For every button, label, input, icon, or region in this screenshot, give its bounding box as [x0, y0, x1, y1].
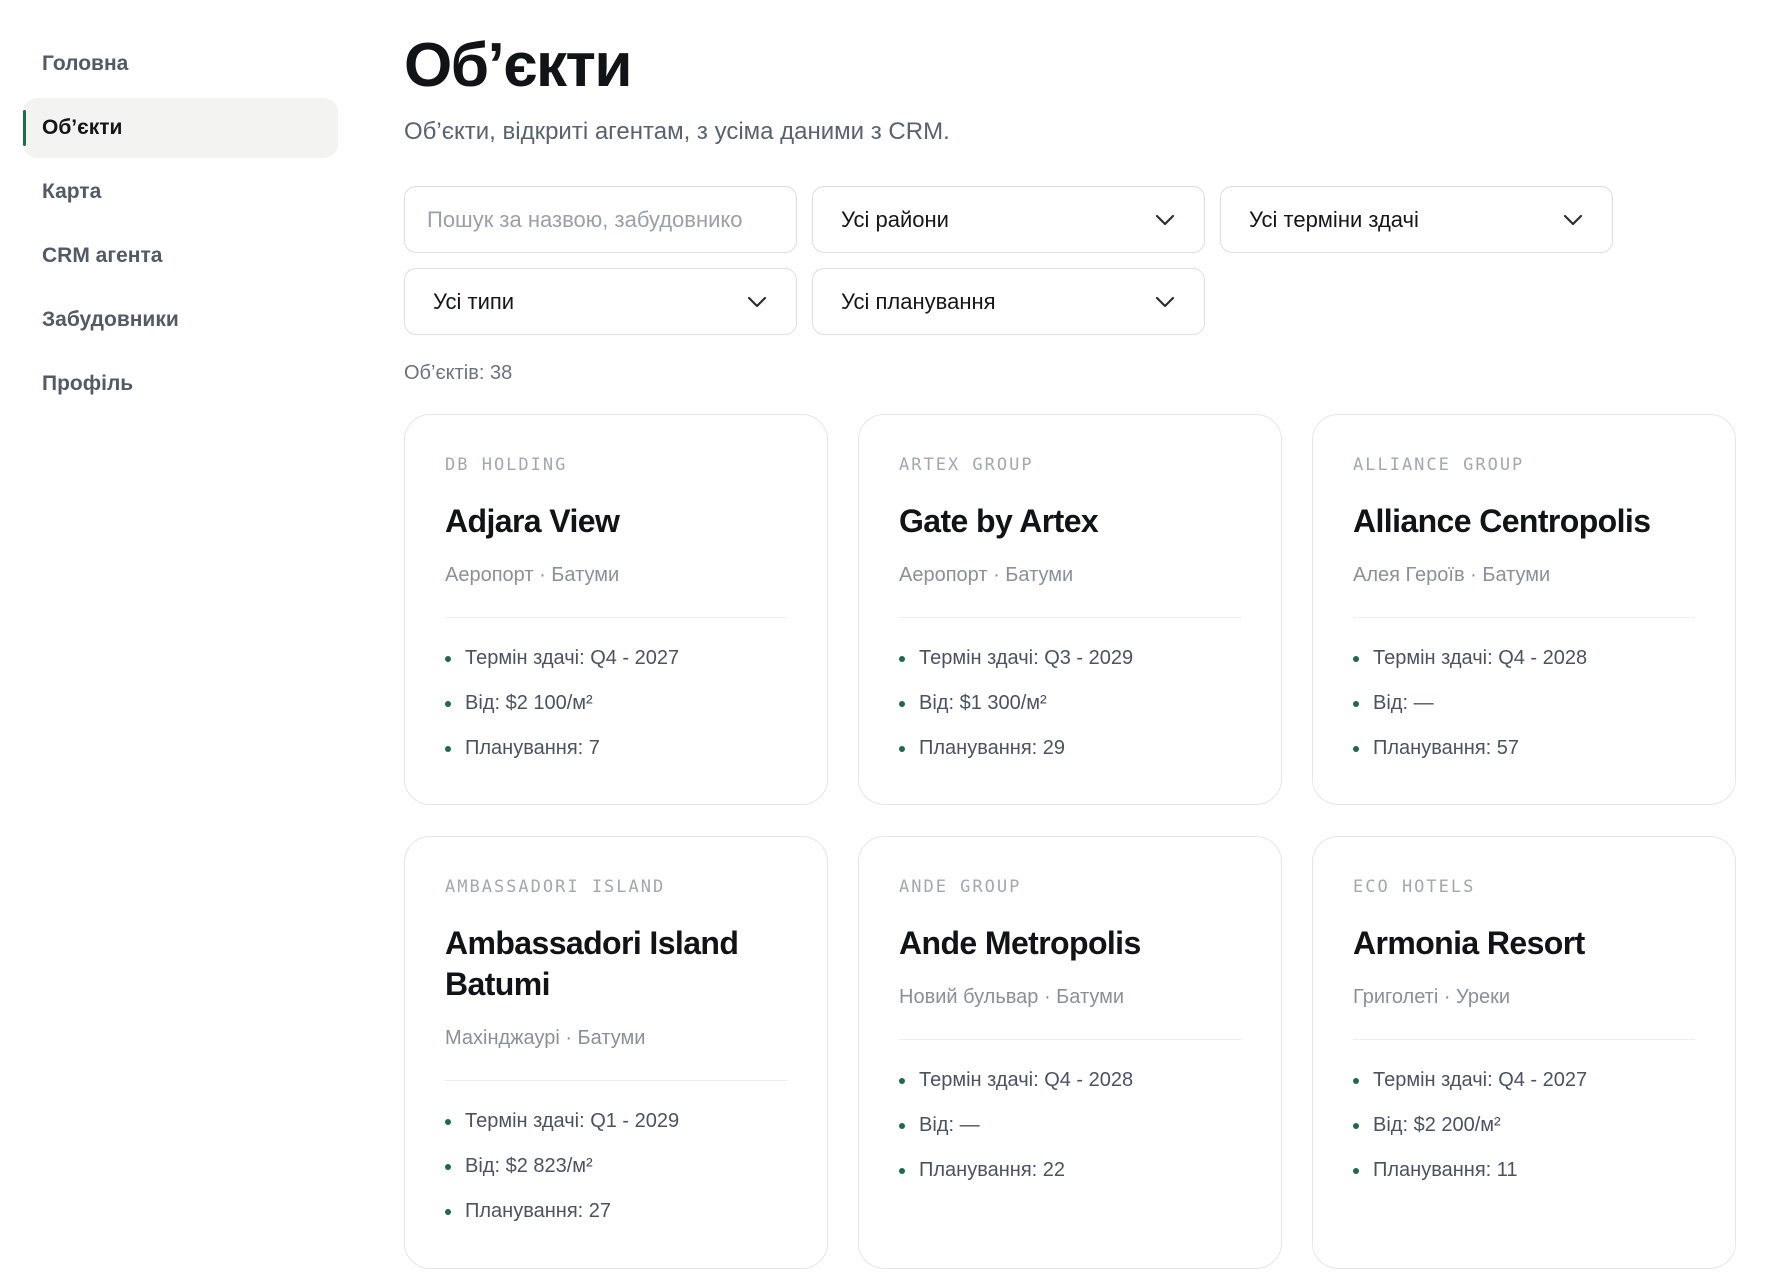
card-price: Від: —	[1353, 681, 1695, 726]
card-location: Новий бульвар · Батуми	[899, 986, 1125, 1008]
card-layouts: Планування: 7	[445, 726, 787, 771]
card-deadline: Термін здачі: Q4 - 2028	[1353, 636, 1695, 681]
card-layouts: Планування: 29	[899, 726, 1241, 771]
card-divider	[899, 617, 1241, 618]
sidebar-item-crm[interactable]: CRM агента	[23, 226, 338, 286]
card-deadline: Термін здачі: Q4 - 2028	[899, 1058, 1241, 1103]
deadline-select[interactable]: Усі терміни здачі	[1220, 186, 1613, 253]
district-select-value: Усі райони	[841, 206, 949, 232]
chevron-down-icon	[1154, 209, 1176, 231]
card-developer: ARTEX GROUP	[899, 455, 1034, 475]
sidebar-item-map[interactable]: Карта	[23, 162, 338, 222]
card-price: Від: $1 300/м²	[899, 681, 1241, 726]
card-title: Ambassadori Island Batumi	[445, 925, 739, 1002]
page-subtitle: Об’єкти, відкриті агентам, з усіма даним…	[404, 118, 950, 145]
card-price: Від: $2 100/м²	[445, 681, 787, 726]
card-price: Від: —	[899, 1103, 1241, 1148]
sidebar: Головна Об’єкти Карта CRM агента Забудов…	[23, 34, 338, 418]
object-card[interactable]: DB HOLDING Adjara View Аеропорт · Батуми…	[404, 414, 828, 805]
card-title: Adjara View	[445, 503, 620, 539]
card-divider	[445, 617, 787, 618]
card-deadline: Термін здачі: Q1 - 2029	[445, 1099, 787, 1144]
card-title: Gate by Artex	[899, 503, 1099, 539]
card-developer: ANDE GROUP	[899, 877, 1022, 897]
card-title: Armonia Resort	[1353, 925, 1585, 961]
object-card[interactable]: ALLIANCE GROUP Alliance Centropolis Алея…	[1312, 414, 1736, 805]
chevron-down-icon	[1154, 291, 1176, 313]
card-title: Alliance Centropolis	[1353, 503, 1651, 539]
card-deadline: Термін здачі: Q3 - 2029	[899, 636, 1241, 681]
object-card[interactable]: ARTEX GROUP Gate by Artex Аеропорт · Бат…	[858, 414, 1282, 805]
card-developer: ALLIANCE GROUP	[1353, 455, 1525, 475]
card-divider	[1353, 617, 1695, 618]
card-layouts: Планування: 57	[1353, 726, 1695, 771]
card-details: Термін здачі: Q4 - 2028 Від: — Плануванн…	[899, 1058, 1241, 1193]
card-layouts: Планування: 22	[899, 1148, 1241, 1193]
district-select[interactable]: Усі райони	[812, 186, 1205, 253]
card-price: Від: $2 823/м²	[445, 1144, 787, 1189]
sidebar-item-home[interactable]: Головна	[23, 34, 338, 94]
search-field[interactable]	[404, 186, 797, 253]
type-select[interactable]: Усі типи	[404, 268, 797, 335]
object-card[interactable]: ANDE GROUP Ande Metropolis Новий бульвар…	[858, 836, 1282, 1269]
card-divider	[445, 1080, 787, 1081]
object-card[interactable]: ECO HOTELS Armonia Resort Григолеті · Ур…	[1312, 836, 1736, 1269]
card-divider	[1353, 1039, 1695, 1040]
objects-count: Об’єктів: 38	[404, 362, 513, 384]
sidebar-item-objects[interactable]: Об’єкти	[23, 98, 338, 158]
card-deadline: Термін здачі: Q4 - 2027	[1353, 1058, 1695, 1103]
card-details: Термін здачі: Q1 - 2029 Від: $2 823/м² П…	[445, 1099, 787, 1234]
deadline-select-value: Усі терміни здачі	[1249, 206, 1419, 232]
card-divider	[899, 1039, 1241, 1040]
search-input[interactable]	[427, 206, 768, 233]
card-developer: AMBASSADORI ISLAND	[445, 877, 666, 897]
card-location: Аеропорт · Батуми	[899, 564, 1074, 586]
sidebar-item-profile[interactable]: Профіль	[23, 354, 338, 414]
card-details: Термін здачі: Q4 - 2028 Від: — Плануванн…	[1353, 636, 1695, 771]
card-location: Алея Героїв · Батуми	[1353, 564, 1551, 586]
card-developer: DB HOLDING	[445, 455, 568, 475]
layout-select-value: Усі планування	[841, 288, 996, 314]
chevron-down-icon	[746, 291, 768, 313]
card-layouts: Планування: 11	[1353, 1148, 1695, 1193]
card-location: Махінджаурі · Батуми	[445, 1027, 646, 1049]
chevron-down-icon	[1562, 209, 1584, 231]
card-location: Аеропорт · Батуми	[445, 564, 620, 586]
card-price: Від: $2 200/м²	[1353, 1103, 1695, 1148]
object-card[interactable]: AMBASSADORI ISLAND Ambassadori Island Ba…	[404, 836, 828, 1269]
card-location: Григолеті · Уреки	[1353, 986, 1511, 1008]
card-details: Термін здачі: Q3 - 2029 Від: $1 300/м² П…	[899, 636, 1241, 771]
card-layouts: Планування: 27	[445, 1189, 787, 1234]
type-select-value: Усі типи	[433, 288, 515, 314]
page-title: Об’єкти	[404, 31, 633, 100]
layout-select[interactable]: Усі планування	[812, 268, 1205, 335]
sidebar-item-developers[interactable]: Забудовники	[23, 290, 338, 350]
card-details: Термін здачі: Q4 - 2027 Від: $2 100/м² П…	[445, 636, 787, 771]
card-deadline: Термін здачі: Q4 - 2027	[445, 636, 787, 681]
card-developer: ECO HOTELS	[1353, 877, 1476, 897]
card-title: Ande Metropolis	[899, 925, 1141, 961]
card-details: Термін здачі: Q4 - 2027 Від: $2 200/м² П…	[1353, 1058, 1695, 1193]
